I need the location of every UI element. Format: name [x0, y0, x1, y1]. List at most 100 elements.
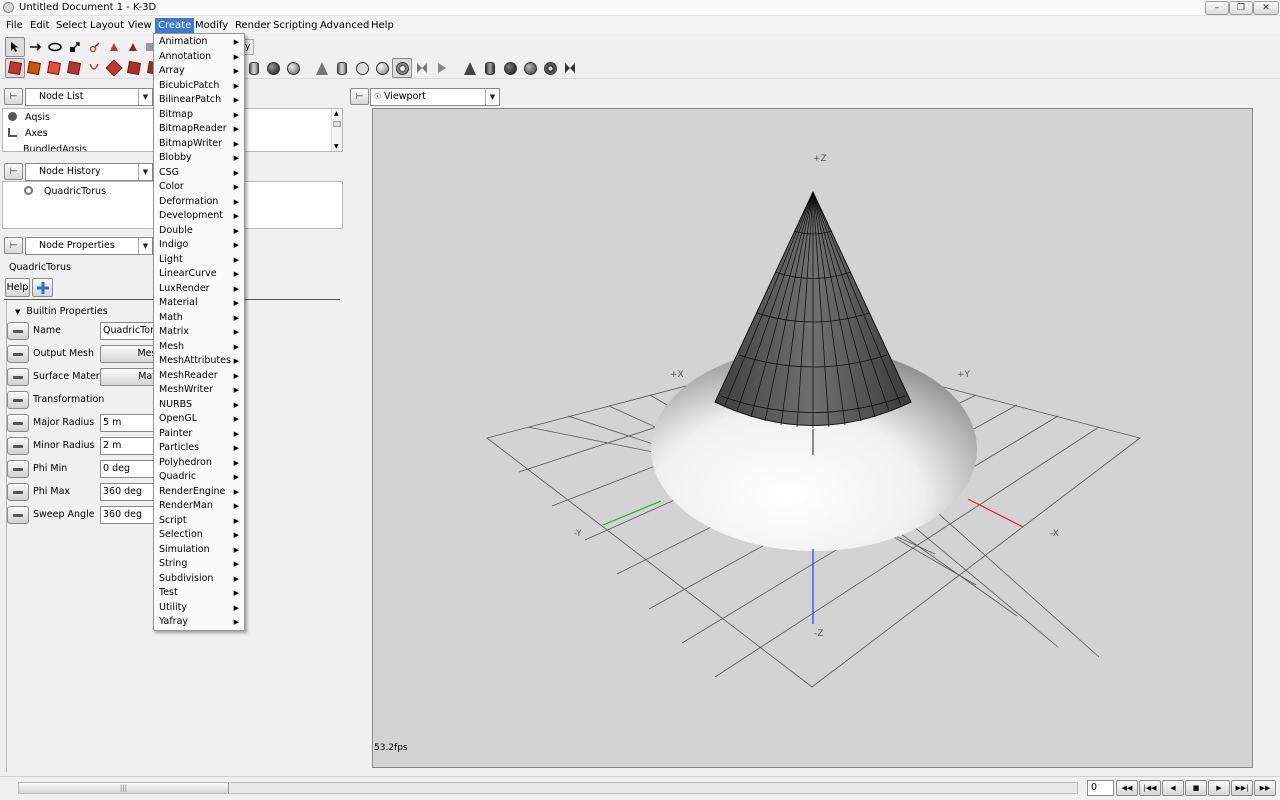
poly-box-icon[interactable] — [64, 58, 84, 78]
create-menu-item-yafray[interactable]: Yafray ▶ — [154, 615, 244, 629]
create-menu-item-nurbs[interactable]: NURBS ▶ — [154, 398, 244, 412]
node-list-pin-icon[interactable]: ⊢ — [4, 88, 23, 105]
play-icon[interactable]: ▶ — [1208, 780, 1230, 796]
create-menu-item-particles[interactable]: Particles ▶ — [154, 441, 244, 455]
quadric-halfcone-icon[interactable] — [432, 58, 452, 78]
section-expander[interactable]: ▼ Builtin Properties — [15, 306, 108, 317]
torus-solid-icon[interactable] — [540, 58, 560, 78]
create-menu-item-csg[interactable]: CSG ▶ — [154, 166, 244, 180]
create-menu-item-mesh[interactable]: Mesh ▶ — [154, 340, 244, 354]
create-menu-item-bitmap[interactable]: Bitmap ▶ — [154, 108, 244, 122]
last-frame-icon[interactable]: ▶▶ — [1254, 780, 1276, 796]
poly-cube-alt-icon[interactable] — [24, 58, 44, 78]
quadric-hyperboloid-icon[interactable] — [372, 58, 392, 78]
menu-layout[interactable]: Layout — [87, 18, 127, 33]
frame-number-input[interactable]: 0 — [1087, 780, 1114, 796]
menu-advanced[interactable]: Advanced — [317, 18, 372, 33]
play-reverse-icon[interactable]: ◀ — [1162, 780, 1184, 796]
parent-tool-icon[interactable] — [85, 37, 105, 57]
create-menu-item-annotation[interactable]: Annotation ▶ — [154, 50, 244, 64]
scroll-down-icon[interactable]: ▼ — [334, 143, 339, 150]
menu-modify[interactable]: Modify — [192, 18, 231, 33]
create-menu-item-bitmapwriter[interactable]: BitmapWriter ▶ — [154, 137, 244, 151]
create-menu-item-meshwriter[interactable]: MeshWriter ▶ — [154, 383, 244, 397]
create-menu-item-linearcurve[interactable]: LinearCurve ▶ — [154, 267, 244, 281]
create-menu-item-math[interactable]: Math ▶ — [154, 311, 244, 325]
nurbs-patch-icon[interactable] — [104, 58, 124, 78]
move-tool-icon[interactable] — [25, 37, 45, 57]
quadric-paraboloid-icon[interactable] — [412, 58, 432, 78]
prop-connect-icon[interactable] — [7, 391, 29, 409]
restore-icon[interactable]: ❐ — [1229, 1, 1253, 15]
next-key-icon[interactable]: ▶▶| — [1231, 780, 1253, 796]
curve-icon[interactable] — [84, 58, 104, 78]
prop-connect-icon[interactable] — [7, 460, 29, 478]
hourglass-solid-icon[interactable] — [560, 58, 580, 78]
viewport-selector[interactable]: ☉ Viewport ▼ — [370, 88, 500, 106]
list-item[interactable]: QuadricTorus — [24, 186, 106, 197]
create-menu-item-renderman[interactable]: RenderMan ▶ — [154, 499, 244, 513]
prop-connect-icon[interactable] — [7, 368, 29, 386]
node-list-scrollbar[interactable]: ▲ ▼ — [331, 109, 342, 151]
create-menu-item-string[interactable]: String ▶ — [154, 557, 244, 571]
node-history-selector[interactable]: Node History ▼ — [25, 163, 153, 181]
create-menu-item-renderengine[interactable]: RenderEngine ▶ — [154, 485, 244, 499]
menu-view[interactable]: View — [125, 18, 155, 33]
create-menu-item-light[interactable]: Light ▶ — [154, 253, 244, 267]
poly-grid-icon[interactable] — [44, 58, 64, 78]
prop-connect-icon[interactable] — [7, 483, 29, 501]
quadric-torus-icon[interactable] — [392, 58, 412, 78]
cone-solid-icon[interactable] — [460, 58, 480, 78]
create-menu-item-array[interactable]: Array ▶ — [154, 64, 244, 78]
prop-connect-icon[interactable] — [7, 414, 29, 432]
create-menu-item-double[interactable]: Double ▶ — [154, 224, 244, 238]
list-item[interactable]: Aqsis — [8, 112, 50, 123]
prop-connect-icon[interactable] — [7, 345, 29, 363]
unparent-tool-icon[interactable] — [104, 37, 124, 57]
poly-cube-icon[interactable] — [5, 58, 25, 78]
create-menu-item-selection[interactable]: Selection ▶ — [154, 528, 244, 542]
node-properties-pin-icon[interactable]: ⊢ — [4, 237, 23, 254]
create-menu-item-bicubicpatch[interactable]: BicubicPatch ▶ — [154, 79, 244, 93]
scroll-thumb[interactable] — [333, 121, 341, 127]
list-item[interactable]: Axes — [8, 128, 48, 139]
quadric-sphere-alt-icon[interactable] — [283, 58, 303, 78]
menu-edit[interactable]: Edit — [27, 18, 52, 33]
stop-icon[interactable]: ■ — [1185, 780, 1207, 796]
cylinder-solid-icon[interactable] — [480, 58, 500, 78]
create-menu-item-luxrender[interactable]: LuxRender ▶ — [154, 282, 244, 296]
create-menu-item-opengl[interactable]: OpenGL ▶ — [154, 412, 244, 426]
scroll-up-icon[interactable]: ▲ — [334, 110, 339, 117]
timeline-thumb[interactable]: ||| — [19, 783, 229, 793]
quadric-disk-icon[interactable] — [352, 58, 372, 78]
create-menu-item-animation[interactable]: Animation ▶ — [154, 35, 244, 49]
create-menu-item-deformation[interactable]: Deformation ▶ — [154, 195, 244, 209]
sphere-gray-icon[interactable] — [520, 58, 540, 78]
create-menu-item-simulation[interactable]: Simulation ▶ — [154, 543, 244, 557]
select-tool-icon[interactable] — [5, 37, 25, 57]
create-menu-item-utility[interactable]: Utility ▶ — [154, 601, 244, 615]
create-menu-item-bitmapreader[interactable]: BitmapReader ▶ — [154, 122, 244, 136]
menu-file[interactable]: File — [3, 18, 26, 33]
node-history-pin-icon[interactable]: ⊢ — [4, 163, 23, 180]
first-frame-icon[interactable]: ◀◀ — [1116, 780, 1138, 796]
viewport-pin-icon[interactable]: ⊢ — [350, 88, 369, 105]
create-menu-item-polyhedron[interactable]: Polyhedron ▶ — [154, 456, 244, 470]
menu-create[interactable]: Create — [155, 18, 195, 33]
add-property-button[interactable] — [32, 278, 53, 297]
prop-connect-icon[interactable] — [7, 506, 29, 524]
quadric-cylinder-icon[interactable] — [244, 58, 264, 78]
close-icon[interactable]: ✕ — [1253, 1, 1279, 15]
create-menu-item-quadric[interactable]: Quadric ▶ — [154, 470, 244, 484]
menu-render[interactable]: Render — [232, 18, 274, 33]
create-menu-item-material[interactable]: Material ▶ — [154, 296, 244, 310]
help-button[interactable]: Help — [5, 278, 30, 297]
nurbs-shape-icon[interactable] — [124, 58, 144, 78]
quadric-cylinder-alt-icon[interactable] — [332, 58, 352, 78]
prop-connect-icon[interactable] — [7, 322, 29, 340]
create-menu-item-indigo[interactable]: Indigo ▶ — [154, 238, 244, 252]
quadric-cone-icon[interactable] — [312, 58, 332, 78]
create-menu-item-matrix[interactable]: Matrix ▶ — [154, 325, 244, 339]
minimize-icon[interactable]: – — [1205, 1, 1229, 15]
prev-key-icon[interactable]: |◀◀ — [1139, 780, 1161, 796]
